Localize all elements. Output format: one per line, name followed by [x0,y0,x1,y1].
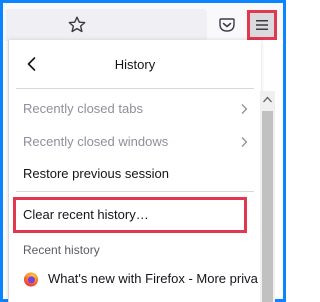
recently-closed-tabs-item[interactable]: Recently closed tabs [16,96,254,122]
recently-closed-windows-item[interactable]: Recently closed windows [16,129,254,155]
header-divider [16,88,254,89]
star-icon[interactable] [67,15,87,35]
hamburger-menu-icon [256,20,268,30]
panel-title: History [114,57,156,72]
pocket-icon[interactable] [218,16,236,34]
item-label: Restore previous session [23,166,169,181]
restore-previous-session-item[interactable]: Restore previous session [16,161,254,187]
panel-header: History [9,40,261,88]
chevron-right-icon [241,104,248,114]
chevron-right-icon [241,137,248,147]
recent-history-label: Recent history [23,243,100,257]
firefox-icon [24,272,38,287]
history-panel: History Recently closed tabs Recently cl… [8,40,261,302]
history-entry[interactable]: What's new with Firefox - More privacy, … [16,266,258,292]
browser-toolbar [3,3,283,41]
item-label: Recently closed tabs [23,101,143,116]
menu-divider [16,191,254,192]
address-bar[interactable] [6,9,207,41]
scrollbar[interactable] [260,91,275,302]
app-menu-button[interactable] [247,10,277,40]
item-label: Recently closed windows [23,134,169,149]
history-entry-title: What's new with Firefox - More privacy, … [48,271,258,286]
scroll-up-arrow-icon[interactable] [263,96,272,103]
scrollbar-thumb[interactable] [262,111,273,302]
highlight-box [13,197,247,233]
